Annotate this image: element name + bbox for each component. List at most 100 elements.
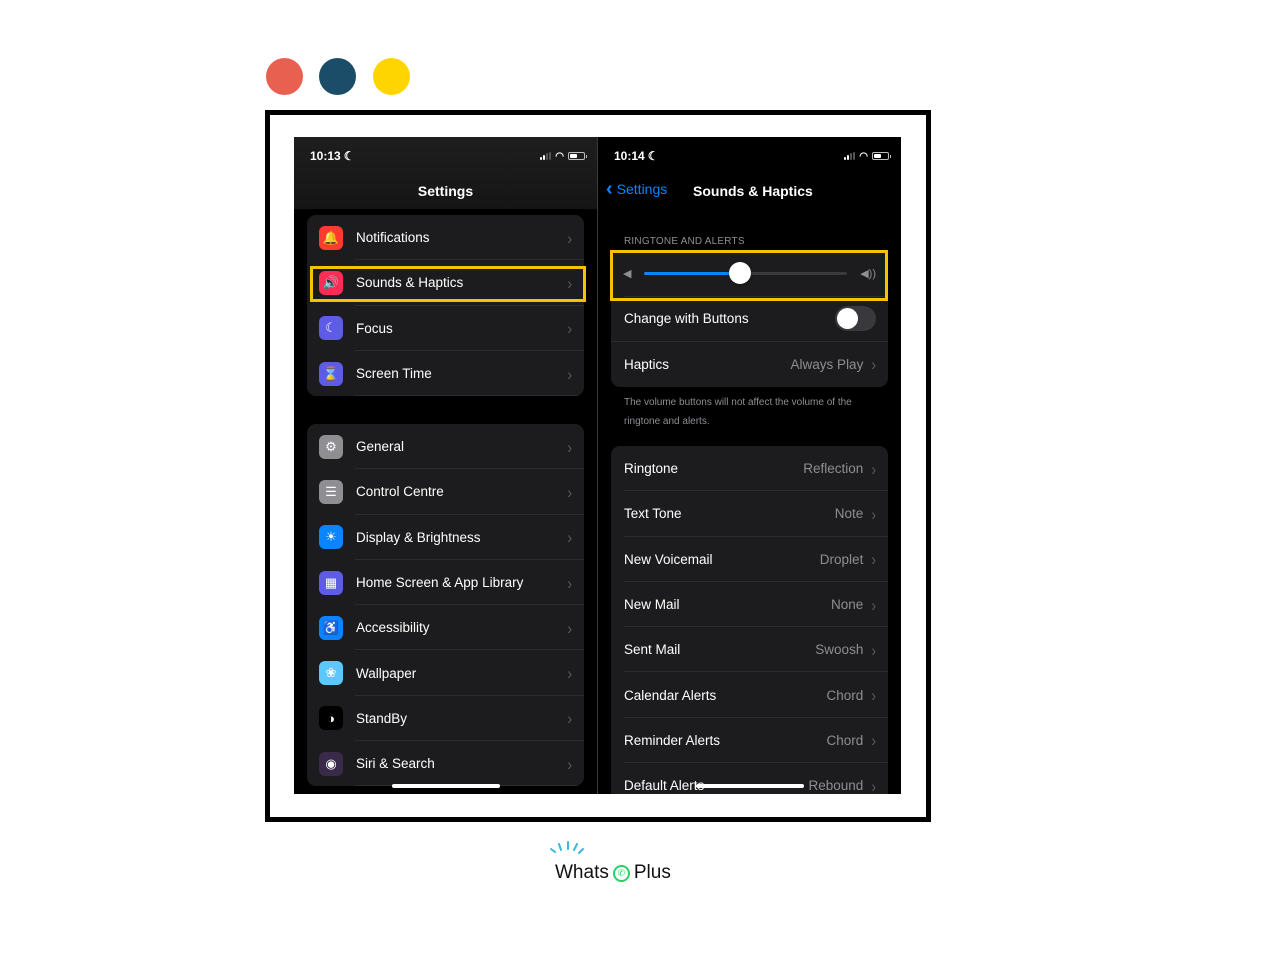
settings-item-wallpaper[interactable]: ❀ Wallpaper › (307, 650, 584, 696)
home-indicator[interactable] (696, 784, 804, 788)
settings-item-sent-mail[interactable]: Sent Mail Swoosh › (611, 627, 888, 673)
home-indicator[interactable] (392, 784, 500, 788)
hourglass-icon: ⌛ (319, 361, 343, 386)
item-label: Home Screen & App Library (356, 575, 524, 591)
settings-item-calendar-alerts[interactable]: Calendar Alerts Chord › (611, 672, 888, 718)
item-value: Rebound (808, 778, 864, 794)
bell-icon: 🔔 (319, 225, 343, 250)
decor-dot-coral (266, 58, 303, 95)
siri-icon: ◉ (319, 751, 343, 776)
chevron-right-icon: › (567, 663, 572, 683)
chevron-right-icon: › (567, 572, 572, 593)
page-title: Settings (417, 183, 474, 199)
settings-item-general[interactable]: ⚙ General › (307, 424, 584, 470)
item-label: Accessibility (356, 620, 430, 636)
change-with-buttons-label: Change with Buttons (624, 311, 749, 327)
settings-item-display-and-brightness[interactable]: ☀ Display & Brightness › (307, 515, 584, 560)
settings-item-siri-and-search[interactable]: ◉ Siri & Search › (307, 741, 584, 787)
sounds-haptics-highlight (310, 266, 586, 302)
item-label: New Voicemail (624, 551, 713, 567)
status-bar: 10:14 ☾ ◠ (614, 149, 891, 163)
settings-item-screen-time[interactable]: ⌛ Screen Time › (307, 351, 584, 397)
whatsapp-icon: ✆ (612, 864, 630, 882)
chevron-right-icon: › (871, 504, 876, 524)
chevron-right-icon: › (871, 730, 876, 751)
item-value: Droplet (819, 551, 864, 567)
chevron-right-icon: › (567, 527, 572, 547)
cellular-signal-icon (844, 152, 856, 160)
settings-item-reminder-alerts[interactable]: Reminder Alerts Chord › (611, 718, 888, 764)
chevron-right-icon: › (567, 754, 572, 774)
chevron-right-icon: › (871, 354, 876, 375)
chevron-right-icon: › (567, 318, 572, 338)
item-label: Control Centre (356, 484, 444, 500)
settings-item-default-alerts[interactable]: Default Alerts Rebound › (611, 763, 888, 794)
chevron-right-icon: › (871, 776, 876, 794)
settings-item-new-voicemail[interactable]: New Voicemail Droplet › (611, 537, 888, 582)
settings-item-control-centre[interactable]: ☰ Control Centre › (307, 469, 584, 515)
footnote: The volume buttons will not affect the v… (624, 397, 852, 427)
settings-item-text-tone[interactable]: Text Tone Note › (611, 491, 888, 537)
item-label: General (356, 439, 405, 455)
item-value: Swoosh (815, 642, 864, 658)
item-value: None (831, 597, 864, 613)
accessibility-icon: ♿ (319, 615, 343, 640)
settings-screen: 10:13 ☾ ◠ Settings 🔔 Notifications › 🔊 Sounds… (294, 137, 597, 794)
settings-group-2: ⚙ General › ☰ Control Centre › ☀ Display & Brig… (307, 424, 584, 787)
section-label: RINGTONE AND ALERTS (624, 236, 745, 247)
settings-item-home-screen-and-app-library[interactable]: ▦ Home Screen & App Library › (307, 560, 584, 606)
chevron-right-icon: › (871, 549, 876, 569)
chevron-right-icon: › (567, 228, 572, 248)
status-time: 10:14 (614, 149, 645, 163)
item-label: Ringtone (624, 461, 679, 477)
battery-icon (872, 152, 891, 160)
settings-item-new-mail[interactable]: New Mail None › (611, 582, 888, 628)
haptics-row[interactable]: Haptics Always Play › (611, 341, 888, 386)
chevron-right-icon: › (871, 459, 876, 479)
chevron-right-icon: › (567, 708, 572, 729)
sparkle-icon (550, 841, 584, 854)
volume-slider-highlight (610, 250, 888, 301)
chevron-right-icon: › (871, 594, 876, 615)
chevron-right-icon: › (567, 618, 572, 638)
item-value: Chord (826, 687, 864, 703)
brand-text-right: Plus (633, 862, 671, 883)
item-label: Wallpaper (356, 665, 417, 681)
tones-group: Ringtone Reflection › Text Tone Note › New Voi… (611, 446, 888, 794)
toggles-icon: ☰ (319, 479, 343, 504)
brand-text-left: Whats (555, 862, 609, 883)
status-time: 10:13 (310, 149, 341, 163)
wifi-icon: ◠ (859, 150, 868, 162)
haptics-label: Haptics (624, 356, 670, 372)
back-label: Settings (616, 181, 668, 197)
chevron-right-icon: › (567, 482, 572, 502)
decor-dot-teal (319, 58, 356, 95)
item-label: Notifications (356, 230, 430, 246)
change-with-buttons-toggle[interactable] (835, 306, 876, 332)
settings-item-ringtone[interactable]: Ringtone Reflection › (611, 446, 888, 492)
moon-icon: ☾ (343, 149, 355, 163)
haptics-value: Always Play (790, 356, 864, 372)
item-label: New Mail (624, 597, 680, 613)
item-label: Calendar Alerts (624, 687, 717, 703)
settings-item-notifications[interactable]: 🔔 Notifications › (307, 215, 584, 261)
battery-icon (568, 152, 587, 160)
flower-icon: ❀ (319, 661, 343, 686)
settings-item-focus[interactable]: ☾ Focus › (307, 306, 584, 351)
sun-icon: ☀ (319, 525, 343, 550)
status-bar: 10:13 ☾ ◠ (310, 149, 587, 163)
sounds-haptics-screen: 10:14 ☾ ◠ ‹ Settings Sounds & Haptics RIN… (598, 137, 901, 794)
settings-item-accessibility[interactable]: ♿ Accessibility › (307, 605, 584, 651)
item-value: Reflection (803, 461, 864, 477)
change-with-buttons-row: Change with Buttons (611, 296, 888, 341)
back-button[interactable]: ‹ Settings (606, 179, 668, 199)
moon-icon: ☾ (319, 316, 343, 341)
item-label: Screen Time (356, 366, 432, 382)
cellular-signal-icon (540, 152, 552, 160)
settings-item-standby[interactable]: ◑ StandBy › (307, 696, 584, 742)
chevron-right-icon: › (871, 640, 876, 660)
settings-group-1: 🔔 Notifications › 🔊 Sounds & Haptics › ☾ Focus ›… (307, 215, 584, 397)
item-label: Siri & Search (356, 756, 435, 772)
item-label: Reminder Alerts (624, 732, 721, 748)
item-label: Sent Mail (624, 642, 681, 658)
